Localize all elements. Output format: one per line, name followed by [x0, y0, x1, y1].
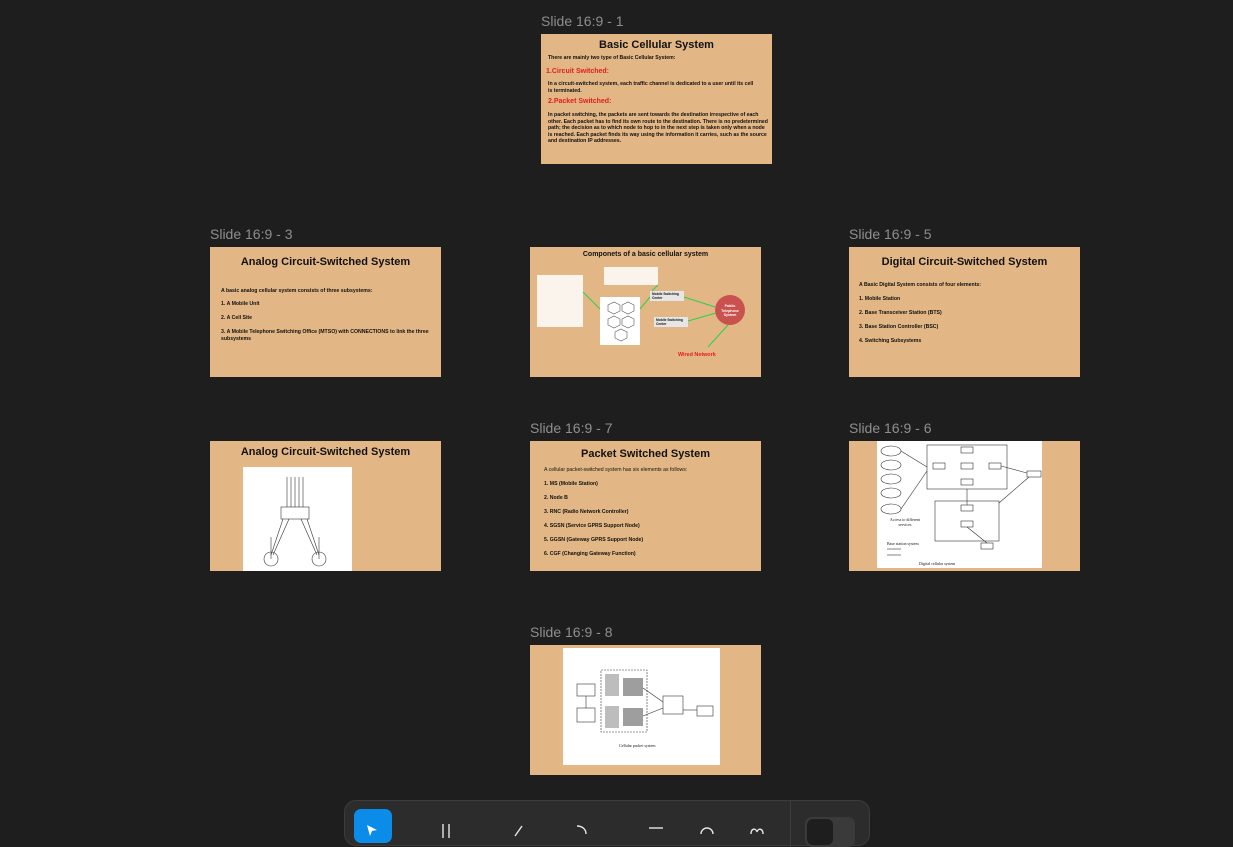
analog-figure-drawing — [263, 477, 327, 567]
public-network-label: Public Telephone System — [721, 304, 739, 317]
digital-figure-drawing — [880, 444, 1042, 556]
slide-6[interactable]: Access to different services Base statio… — [849, 441, 1080, 571]
slide-intro: There are mainly two type of Basic Cellu… — [548, 55, 676, 61]
rectangle-icon — [649, 827, 663, 829]
slide-title: Packet Switched System — [580, 448, 710, 460]
figure-caption: Cellular packet system — [619, 743, 656, 748]
slide-intro: A basic analog cellular system consists … — [221, 288, 373, 294]
move-tool-button[interactable] — [354, 809, 392, 843]
figure-caption: Digital cellular system — [919, 561, 956, 566]
slide-7[interactable]: Packet Switched System A cellular packet… — [530, 441, 761, 571]
digital-figure: Access to different services Base statio… — [877, 441, 1042, 568]
comment-icon — [576, 825, 587, 835]
slide-1[interactable]: Basic Cellular System There are mainly t… — [541, 34, 772, 164]
wired-network-label: Wired Network — [678, 352, 716, 358]
rectangle-tool-button[interactable] — [637, 809, 675, 843]
frame-tool-button[interactable] — [428, 809, 466, 843]
slide-intro: A Basic Digital System consists of four … — [859, 282, 982, 288]
slide-title: Digital Circuit-Switched System — [881, 256, 1048, 268]
box-msc-1: Mobile Switching Center — [652, 292, 679, 300]
slide-label-5[interactable]: Slide 16:9 - 5 — [849, 226, 932, 242]
toolbar-divider — [790, 801, 791, 847]
slide-item-3: 3. A Mobile Telephone Switching Office (… — [221, 329, 429, 342]
slide-label-7[interactable]: Slide 16:9 - 7 — [530, 420, 613, 436]
pen-tool-button[interactable] — [502, 809, 540, 843]
slide-components[interactable]: Componets of a basic cellular system Mob… — [530, 247, 761, 377]
slide-heading-circuit: 1.Circuit Switched: — [546, 68, 610, 75]
slide-item-6: 6. CGF (Changing Gateway Function) — [544, 551, 636, 557]
slide-analog-diagram[interactable]: Analog Circuit-Switched System — [210, 441, 441, 571]
comment-tool-button[interactable] — [563, 809, 601, 843]
slide-heading-packet: 2.Packet Switched: — [548, 98, 612, 105]
move-icon — [367, 825, 377, 836]
access-label: Access to different services — [889, 517, 921, 527]
pen-icon — [514, 825, 523, 837]
slide-8[interactable]: Cellular packet system — [530, 645, 761, 775]
slide-item-2: 2. Node B — [544, 495, 568, 501]
slide-title: Basic Cellular System — [599, 39, 714, 51]
slide-label-6[interactable]: Slide 16:9 - 6 — [849, 420, 932, 436]
slide-item-3: 3. RNC (Radio Network Controller) — [544, 509, 629, 515]
slide-label-8[interactable]: Slide 16:9 - 8 — [530, 624, 613, 640]
slide-paragraph-circuit: In a circuit-switched system, each traff… — [548, 81, 754, 94]
slide-3[interactable]: Analog Circuit-Switched System A basic a… — [210, 247, 441, 377]
slide-title: Analog Circuit-Switched System — [240, 256, 411, 268]
analog-figure — [243, 467, 352, 571]
slide-item-4: 4. SGSN (Service GPRS Support Node) — [544, 523, 640, 529]
dev-mode-toggle[interactable] — [805, 817, 855, 847]
slide-item-2: 2. A Cell Site — [221, 315, 253, 321]
slide-label-3[interactable]: Slide 16:9 - 3 — [210, 226, 293, 242]
slide-item-2: 2. Base Transceiver Station (BTS) — [859, 310, 942, 316]
slide-paragraph-packet: In packet switching, the packets are sen… — [548, 112, 768, 145]
slide-intro: A cellular packet-switched system has si… — [544, 467, 688, 473]
slide-title: Analog Circuit-Switched System — [240, 446, 411, 458]
slide-item-1: 1. Mobile Station — [859, 296, 901, 302]
slide-5[interactable]: Digital Circuit-Switched System A Basic … — [849, 247, 1080, 377]
bottom-toolbar — [344, 800, 870, 847]
slide-item-3: 3. Base Station Controller (BSC) — [859, 324, 939, 330]
slide-item-4: 4. Switching Subsystems — [859, 338, 922, 344]
box-msc-2: Mobile Switching Center — [656, 318, 683, 326]
frame-icon — [442, 824, 450, 838]
bss-label: Base station system — [887, 541, 919, 546]
code-icon — [750, 828, 764, 835]
slide-label-1[interactable]: Slide 16:9 - 1 — [541, 13, 624, 29]
shape-icon — [700, 827, 714, 835]
slide-item-1: 1. A Mobile Unit — [221, 301, 260, 307]
slide-item-5: 5. GGSN (Gateway GPRS Support Node) — [544, 537, 644, 543]
slide-item-1: 1. MS (Mobile Station) — [544, 481, 598, 487]
code-tool-button[interactable] — [738, 809, 776, 843]
shape-tool-button[interactable] — [688, 809, 726, 843]
packet-figure: Cellular packet system — [563, 648, 720, 765]
